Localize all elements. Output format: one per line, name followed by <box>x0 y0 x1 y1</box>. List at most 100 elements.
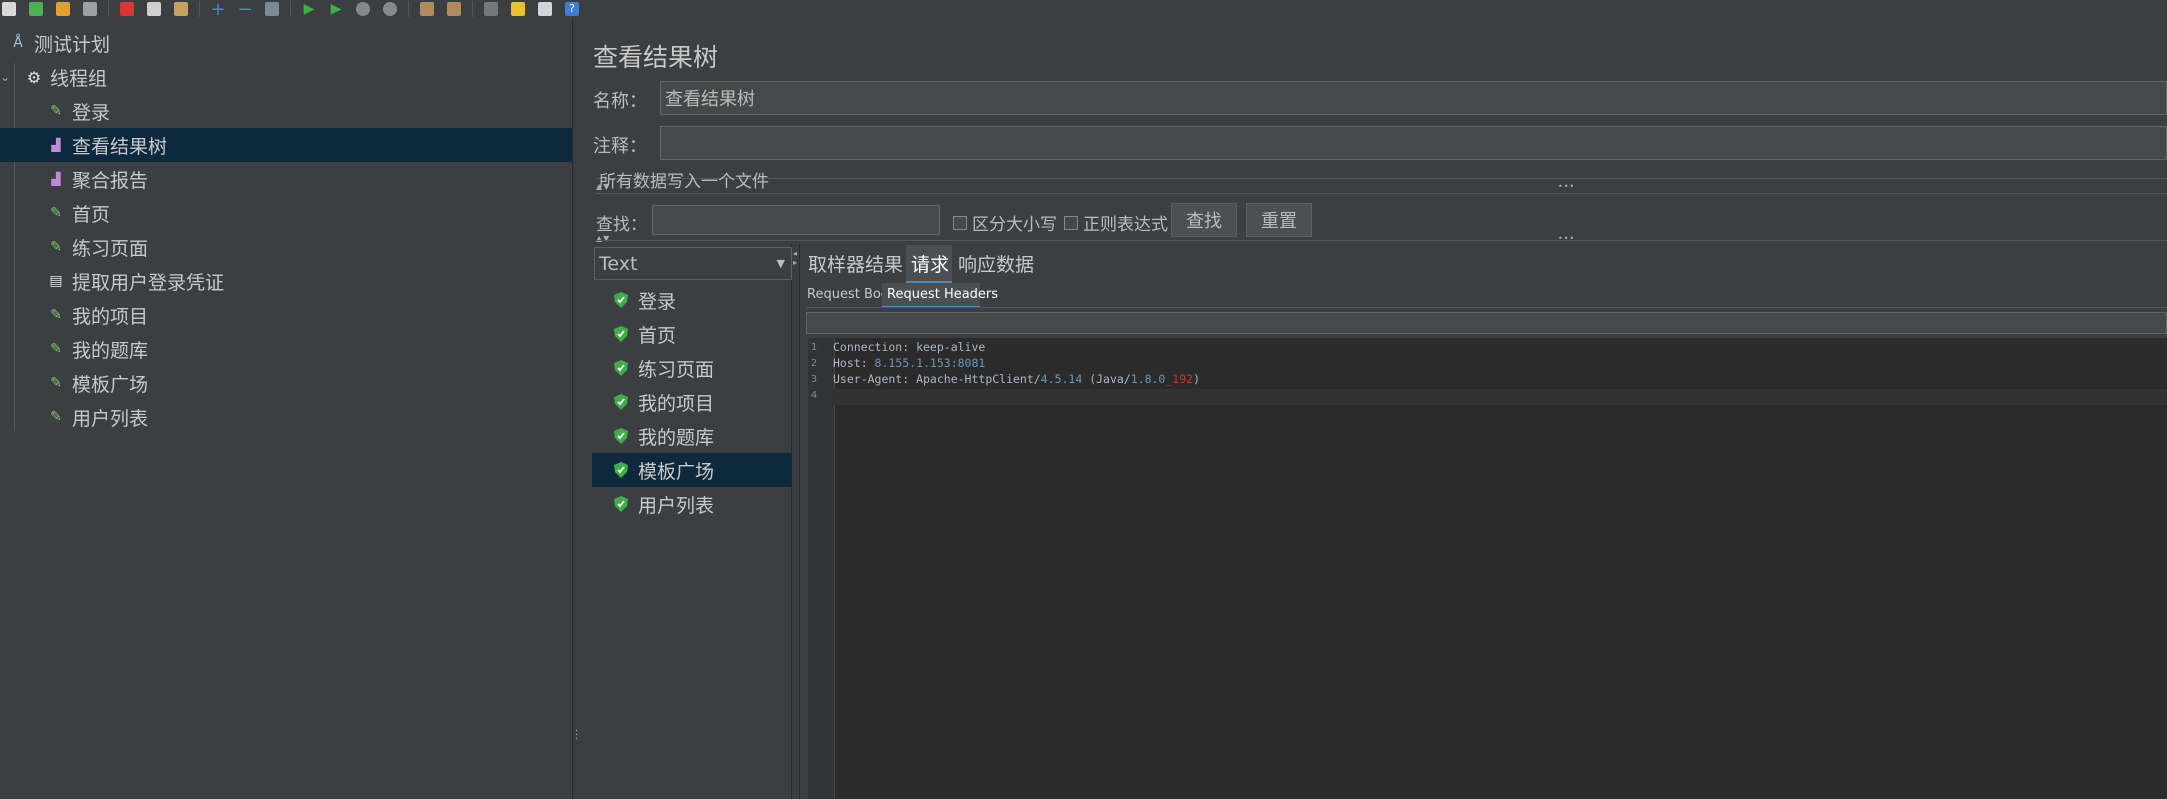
line-number: 3 <box>811 374 818 385</box>
regex-label: 正则表达式 <box>1083 215 1168 235</box>
divider <box>596 178 2167 179</box>
tree-item-my-question-bank[interactable]: ✎ 我的题库 <box>0 332 572 366</box>
tab-sampler-result[interactable]: 取样器结果 <box>808 250 903 277</box>
header-value: 1.8.0 <box>1130 372 1166 386</box>
tree-item-test-plan[interactable]: Å 测试计划 <box>0 26 572 60</box>
tree-item-home[interactable]: ✎ 首页 <box>0 196 572 230</box>
tree-item-my-projects[interactable]: ✎ 我的项目 <box>0 298 572 332</box>
search-icon[interactable] <box>482 0 500 18</box>
chevron-down-icon[interactable]: ⌄ <box>0 70 10 84</box>
function-helper-icon[interactable] <box>536 0 554 18</box>
save-icon[interactable] <box>81 0 99 18</box>
open-icon[interactable] <box>54 0 72 18</box>
start-icon[interactable]: ▶ <box>300 0 318 18</box>
comment-field[interactable] <box>660 126 2167 160</box>
collapse-arrows[interactable]: ▲▼ <box>596 234 610 243</box>
request-headers-editor[interactable] <box>808 338 2167 799</box>
checkbox-box[interactable] <box>1064 215 1078 230</box>
tree-item-label: 聚合报告 <box>72 169 149 192</box>
paste-icon[interactable] <box>172 0 190 18</box>
toolbar-separator <box>408 1 409 17</box>
clear-all-icon[interactable] <box>445 0 463 18</box>
splitter-grip[interactable]: ••• <box>1558 182 1575 191</box>
result-item-my-projects[interactable]: 我的项目 <box>592 385 792 419</box>
main-toolbar: + − ▶ ▶ ? <box>0 0 2167 20</box>
name-field[interactable]: 查看结果树 <box>660 81 2167 115</box>
tree-item-thread-group[interactable]: ⌄ ⚙ 线程组 <box>0 60 572 94</box>
success-shield-icon <box>614 360 628 376</box>
shutdown-icon[interactable] <box>381 0 399 18</box>
result-label: 我的题库 <box>638 426 715 449</box>
stop-icon[interactable] <box>354 0 372 18</box>
tree-item-label: 查看结果树 <box>72 135 168 158</box>
line-number: 1 <box>811 342 818 353</box>
header-text: Connection: keep-alive <box>833 340 986 354</box>
tab-request[interactable]: 请求 <box>911 250 949 277</box>
sampler-icon: ✎ <box>50 375 62 391</box>
toggle-icon[interactable] <box>263 0 281 18</box>
tree-item-aggregate-report[interactable]: ▟ 聚合报告 <box>0 162 572 196</box>
tree-item-login[interactable]: ✎ 登录 <box>0 94 572 128</box>
subtab-request-headers[interactable]: Request Headers <box>887 287 998 302</box>
expand-icon[interactable]: + <box>209 0 227 20</box>
header-value: 8.155.1.153:8081 <box>874 356 986 370</box>
gear-icon: ⚙ <box>26 67 42 87</box>
result-item-home[interactable]: 首页 <box>592 317 792 351</box>
page-title: 查看结果树 <box>593 43 719 72</box>
start-no-pause-icon[interactable]: ▶ <box>327 0 345 18</box>
chevron-down-icon: ▼ <box>776 257 785 270</box>
result-item-my-question-bank[interactable]: 我的题库 <box>592 419 792 453</box>
result-label: 我的项目 <box>638 392 715 415</box>
help-icon[interactable]: ? <box>563 0 581 18</box>
header-line-host: Host: 8.155.1.153:8081 <box>833 356 985 370</box>
success-shield-icon <box>614 428 628 444</box>
regex-checkbox[interactable]: 正则表达式 <box>1064 210 1168 235</box>
header-text: ) <box>1193 372 1200 386</box>
toolbar-separator <box>290 1 291 17</box>
templates-icon[interactable] <box>27 0 45 18</box>
reset-search-icon[interactable] <box>509 0 527 18</box>
cut-icon[interactable] <box>118 0 136 18</box>
success-shield-icon <box>614 394 628 410</box>
result-item-template-square[interactable]: 模板广场 <box>592 453 792 487</box>
renderer-select[interactable]: Text ▼ <box>594 247 792 280</box>
checkbox-box[interactable] <box>953 215 967 230</box>
case-sensitive-checkbox[interactable]: 区分大小写 <box>953 210 1057 235</box>
sampler-icon: ✎ <box>50 341 62 357</box>
current-line-highlight <box>834 389 2167 405</box>
header-value: _192 <box>1165 372 1194 386</box>
inner-split-divider[interactable]: ◂ ▸ <box>792 244 800 799</box>
name-label: 名称： <box>593 91 647 112</box>
line-number: 2 <box>811 358 818 369</box>
renderer-selected-value: Text <box>599 252 638 275</box>
collapse-icon[interactable]: − <box>236 0 254 20</box>
result-label: 登录 <box>638 290 677 313</box>
find-button[interactable]: 查找 <box>1171 203 1237 237</box>
tree-item-label: 练习页面 <box>72 237 149 260</box>
tree-item-view-results-tree[interactable]: ▟ 查看结果树 <box>0 128 572 162</box>
result-item-practice[interactable]: 练习页面 <box>592 351 792 385</box>
case-sensitive-label: 区分大小写 <box>972 215 1057 235</box>
tree-item-label: 提取用户登录凭证 <box>72 271 225 294</box>
reset-button[interactable]: 重置 <box>1246 203 1312 237</box>
header-search-input[interactable] <box>806 312 2167 334</box>
tree-item-template-square[interactable]: ✎ 模板广场 <box>0 366 572 400</box>
result-label: 用户列表 <box>638 494 715 517</box>
copy-icon[interactable] <box>145 0 163 18</box>
header-line-user-agent: User-Agent: Apache-HttpClient/4.5.14 (Ja… <box>833 372 1200 386</box>
result-label: 模板广场 <box>638 460 715 483</box>
tab-response-data[interactable]: 响应数据 <box>958 250 1034 277</box>
tree-item-user-list[interactable]: ✎ 用户列表 <box>0 400 572 434</box>
new-icon[interactable] <box>0 0 18 18</box>
postprocessor-icon: ▤ <box>49 273 63 289</box>
result-item-user-list[interactable]: 用户列表 <box>592 487 792 521</box>
splitter-grip[interactable]: ••• <box>1558 234 1575 243</box>
tree-item-extract-credentials[interactable]: ▤ 提取用户登录凭证 <box>0 264 572 298</box>
search-label: 查找： <box>596 215 647 235</box>
tree-item-label: 首页 <box>72 203 111 226</box>
result-item-login[interactable]: 登录 <box>592 283 792 317</box>
clear-icon[interactable] <box>418 0 436 18</box>
toolbar-separator <box>108 1 109 17</box>
search-input[interactable] <box>652 205 940 235</box>
tree-item-practice[interactable]: ✎ 练习页面 <box>0 230 572 264</box>
